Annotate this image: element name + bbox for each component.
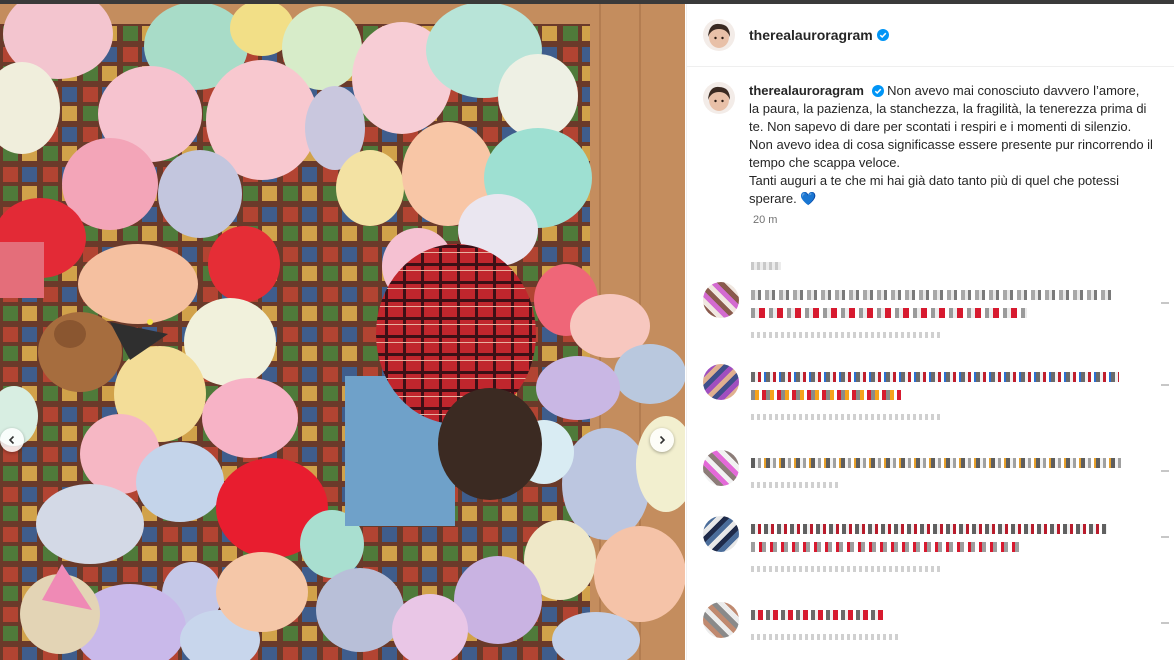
blurred-comment-meta bbox=[751, 482, 841, 488]
previous-photo-button[interactable] bbox=[0, 428, 24, 452]
blurred-comment-text bbox=[751, 308, 1027, 318]
blurred-comment-text bbox=[751, 458, 1123, 468]
blurred-avatar[interactable] bbox=[703, 516, 739, 552]
caption-text: therealauroragram Non avevo mai conosciu… bbox=[749, 82, 1153, 208]
blurred-like-icon[interactable] bbox=[1161, 302, 1169, 304]
blurred-like-icon[interactable] bbox=[1161, 470, 1169, 472]
blurred-comment-meta bbox=[751, 414, 941, 420]
verified-badge-icon bbox=[871, 85, 884, 97]
blurred-comment-text bbox=[751, 372, 1119, 382]
verified-badge-icon bbox=[876, 29, 889, 41]
post-photo[interactable] bbox=[0, 4, 685, 660]
next-photo-button[interactable] bbox=[650, 428, 674, 452]
caption-username[interactable]: therealauroragram bbox=[749, 83, 864, 98]
blurred-like-icon[interactable] bbox=[1161, 536, 1169, 538]
blurred-comment-text bbox=[751, 542, 1023, 552]
post-caption: therealauroragram Non avevo mai conosciu… bbox=[703, 82, 1153, 208]
profile-photo-image bbox=[703, 19, 735, 51]
blurred-like-icon[interactable] bbox=[1161, 622, 1169, 624]
post-header: therealauroragram bbox=[687, 4, 1174, 67]
post-modal: therealauroragram therealauroragram Non … bbox=[0, 4, 1174, 660]
blurred-comment-meta bbox=[751, 332, 941, 338]
balloons-photo-image bbox=[0, 4, 685, 660]
profile-photo-image bbox=[703, 82, 735, 114]
blurred-comment-text bbox=[751, 390, 901, 400]
blurred-comment-text bbox=[751, 290, 1111, 300]
blurred-avatar[interactable] bbox=[703, 602, 739, 638]
chevron-right-icon bbox=[659, 435, 666, 445]
post-username[interactable]: therealauroragram bbox=[749, 27, 873, 43]
post-timestamp[interactable]: 20 m bbox=[753, 214, 777, 226]
blurred-avatar[interactable] bbox=[703, 450, 739, 486]
blurred-avatar[interactable] bbox=[703, 282, 739, 318]
blurred-like-icon[interactable] bbox=[1161, 384, 1169, 386]
caption-body-closing: Tanti auguri a te che mi hai già dato ta… bbox=[749, 173, 1120, 206]
post-sidebar: therealauroragram therealauroragram Non … bbox=[686, 4, 1174, 660]
chevron-left-icon bbox=[8, 435, 15, 445]
blurred-comment-meta bbox=[751, 634, 901, 640]
avatar[interactable] bbox=[703, 19, 735, 51]
blurred-comment-text bbox=[751, 610, 883, 620]
blurred-comment-text bbox=[751, 524, 1107, 534]
blurred-comment-meta bbox=[751, 566, 941, 572]
blurred-avatar[interactable] bbox=[703, 364, 739, 400]
avatar[interactable] bbox=[703, 82, 735, 114]
blurred-count-text bbox=[751, 262, 781, 270]
